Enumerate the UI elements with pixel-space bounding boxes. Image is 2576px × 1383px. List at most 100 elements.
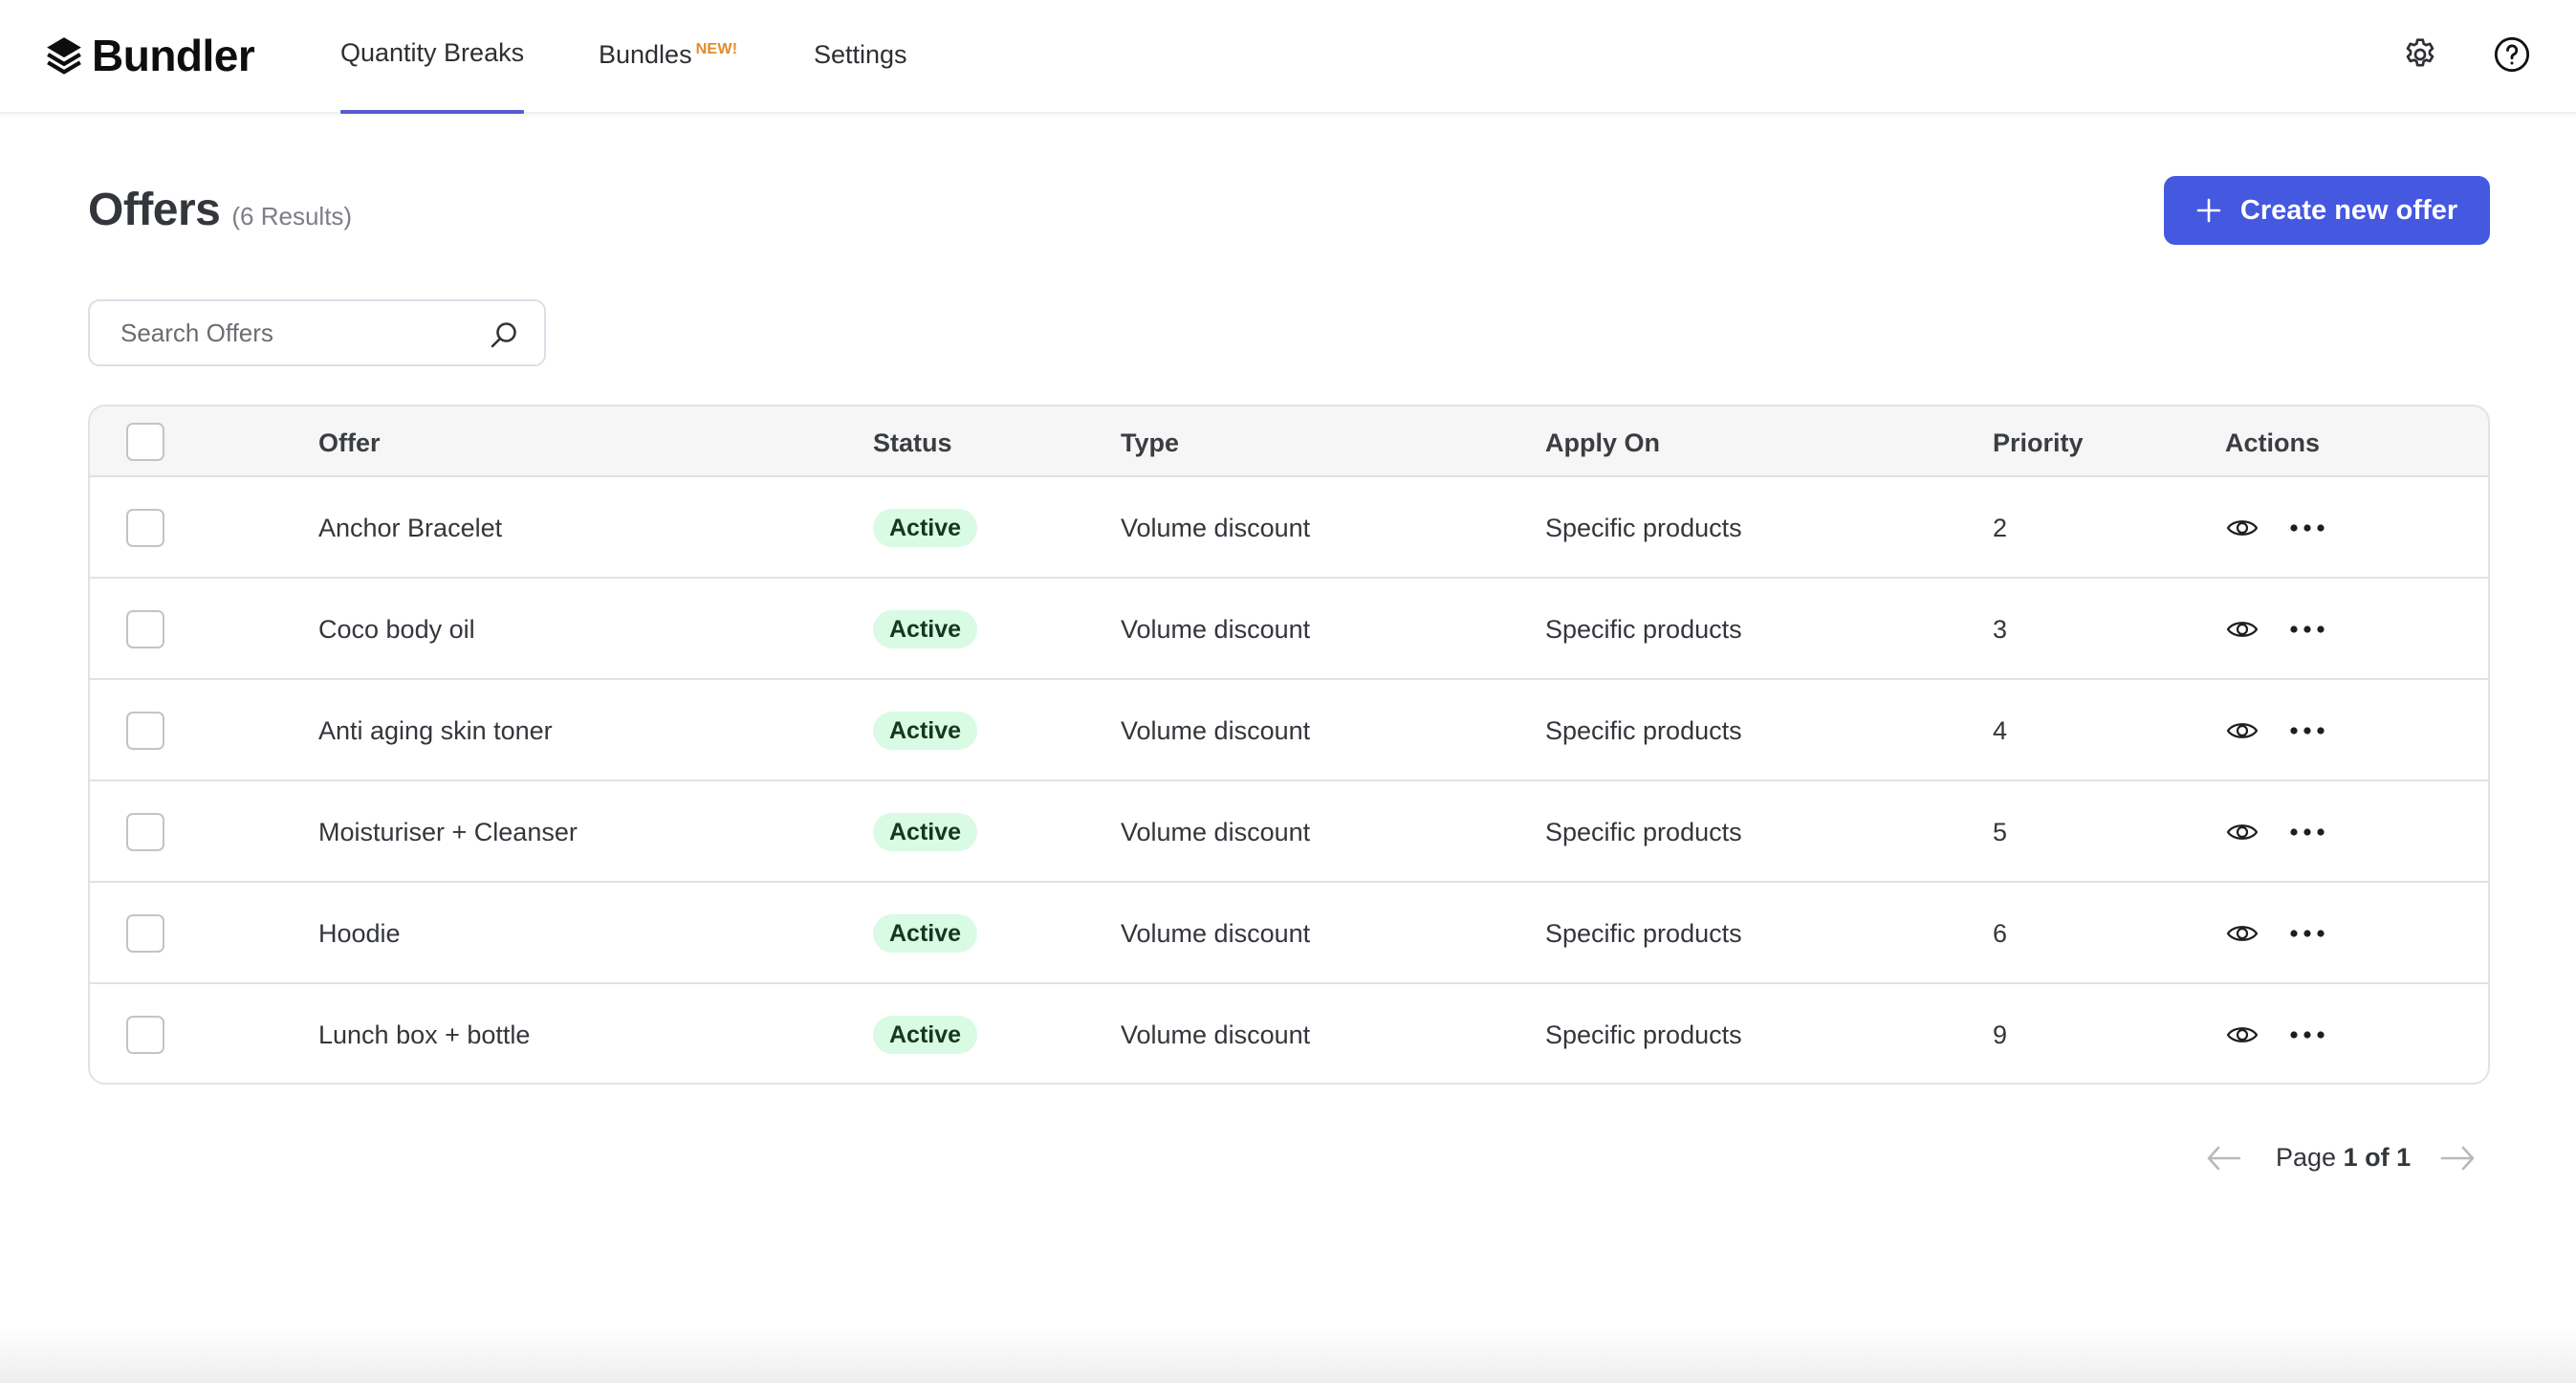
offers-table: Offer Status Type Apply On Priority Acti…: [88, 405, 2490, 1085]
apply-on: Specific products: [1545, 615, 1742, 644]
status-badge: Active: [873, 712, 978, 750]
status-badge: Active: [873, 813, 978, 851]
offer-name[interactable]: Coco body oil: [318, 615, 475, 645]
page-indicator: Page 1 of 1: [2276, 1143, 2411, 1173]
apply-on: Specific products: [1545, 1021, 1742, 1049]
table-row[interactable]: Anti aging skin toner Active Volume disc…: [90, 680, 2488, 781]
eye-icon: [2226, 622, 2259, 637]
offer-type: Volume discount: [1121, 818, 1311, 846]
preview-button[interactable]: [2226, 512, 2259, 544]
more-actions-button[interactable]: [2289, 816, 2325, 848]
apply-on: Specific products: [1545, 716, 1742, 745]
next-page-button[interactable]: [2438, 1143, 2477, 1174]
more-actions-button[interactable]: [2289, 1019, 2325, 1051]
more-horizontal-icon: [2290, 524, 2325, 532]
column-header-offer[interactable]: Offer: [318, 428, 381, 458]
offer-name[interactable]: Anti aging skin toner: [318, 716, 553, 746]
create-new-offer-button[interactable]: Create new offer: [2164, 176, 2490, 245]
row-checkbox[interactable]: [126, 509, 164, 547]
more-horizontal-icon: [2290, 930, 2325, 937]
nav-tab-label: Quantity Breaks: [340, 38, 525, 67]
eye-icon: [2226, 723, 2259, 738]
plus-icon: [2196, 198, 2221, 223]
layers-logo-icon: [44, 35, 84, 76]
table-row[interactable]: Coco body oil Active Volume discount Spe…: [90, 579, 2488, 680]
eye-icon: [2226, 824, 2259, 840]
page-label: Page: [2276, 1143, 2337, 1172]
nav-tab-settings[interactable]: Settings: [814, 40, 907, 70]
page-title: Offers: [88, 185, 221, 235]
previous-page-button[interactable]: [2205, 1143, 2243, 1174]
table-row[interactable]: Anchor Bracelet Active Volume discount S…: [90, 477, 2488, 579]
status-badge: Active: [873, 1016, 978, 1054]
offer-type: Volume discount: [1121, 514, 1311, 542]
settings-button[interactable]: [2400, 36, 2440, 77]
column-header-actions: Actions: [2225, 428, 2321, 457]
table-row[interactable]: Lunch box + bottle Active Volume discoun…: [90, 984, 2488, 1083]
apply-on: Specific products: [1545, 919, 1742, 948]
nav-tab-bundles[interactable]: Bundles NEW!: [599, 40, 737, 70]
offer-name[interactable]: Hoodie: [318, 919, 401, 949]
table-body: Anchor Bracelet Active Volume discount S…: [90, 477, 2488, 1083]
pagination: Page 1 of 1: [2199, 1138, 2486, 1178]
arrow-right-icon: [2440, 1146, 2475, 1171]
table-row[interactable]: Moisturiser + Cleanser Active Volume dis…: [90, 781, 2488, 883]
help-button[interactable]: [2492, 36, 2532, 77]
priority: 5: [1993, 818, 2008, 846]
preview-button[interactable]: [2226, 714, 2259, 747]
more-horizontal-icon: [2290, 828, 2325, 836]
nav-tab-quantity-breaks[interactable]: Quantity Breaks: [340, 38, 525, 114]
priority: 2: [1993, 514, 2008, 542]
eye-icon: [2226, 520, 2259, 536]
more-actions-button[interactable]: [2289, 613, 2325, 646]
column-header-status[interactable]: Status: [873, 428, 952, 458]
offer-name[interactable]: Moisturiser + Cleanser: [318, 818, 578, 847]
offer-name[interactable]: Lunch box + bottle: [318, 1021, 530, 1050]
more-actions-button[interactable]: [2289, 714, 2325, 747]
preview-button[interactable]: [2226, 917, 2259, 950]
new-badge: NEW!: [695, 41, 738, 57]
row-checkbox[interactable]: [126, 914, 164, 953]
app-logo[interactable]: Bundler: [44, 31, 255, 80]
offer-type: Volume discount: [1121, 919, 1311, 948]
offer-type: Volume discount: [1121, 615, 1311, 644]
status-badge: Active: [873, 610, 978, 648]
offer-name[interactable]: Anchor Bracelet: [318, 514, 502, 543]
app-name: Bundler: [92, 31, 255, 80]
more-horizontal-icon: [2290, 1031, 2325, 1039]
gear-icon: [2401, 35, 2439, 78]
apply-on: Specific products: [1545, 818, 1742, 846]
arrow-left-icon: [2207, 1146, 2241, 1171]
table-row[interactable]: Hoodie Active Volume discount Specific p…: [90, 883, 2488, 984]
results-count: (6 Results): [231, 202, 353, 230]
more-actions-button[interactable]: [2289, 512, 2325, 544]
select-all-checkbox[interactable]: [126, 423, 164, 461]
column-header-type[interactable]: Type: [1121, 428, 1179, 458]
page-number: 1 of 1: [2343, 1143, 2412, 1172]
more-actions-button[interactable]: [2289, 917, 2325, 950]
apply-on: Specific products: [1545, 514, 1742, 542]
column-header-apply-on[interactable]: Apply On: [1545, 428, 1660, 458]
status-badge: Active: [873, 509, 978, 547]
more-horizontal-icon: [2290, 727, 2325, 735]
priority: 3: [1993, 615, 2008, 644]
table-header-row: Offer Status Type Apply On Priority Acti…: [90, 406, 2488, 477]
offer-type: Volume discount: [1121, 1021, 1311, 1049]
top-navigation-bar: Bundler Quantity Breaks Bundles NEW! Sett…: [0, 0, 2576, 114]
row-checkbox[interactable]: [126, 610, 164, 648]
search-icon[interactable]: [489, 319, 519, 350]
eye-icon: [2226, 1027, 2259, 1043]
priority: 4: [1993, 716, 2008, 745]
search-input[interactable]: [120, 318, 465, 348]
help-icon: [2493, 35, 2531, 78]
search-box: [88, 299, 546, 366]
eye-icon: [2226, 926, 2259, 941]
page-header: Offers (6 Results): [88, 184, 352, 236]
row-checkbox[interactable]: [126, 712, 164, 750]
preview-button[interactable]: [2226, 1019, 2259, 1051]
row-checkbox[interactable]: [126, 813, 164, 851]
row-checkbox[interactable]: [126, 1016, 164, 1054]
column-header-priority[interactable]: Priority: [1993, 428, 2084, 458]
preview-button[interactable]: [2226, 816, 2259, 848]
preview-button[interactable]: [2226, 613, 2259, 646]
